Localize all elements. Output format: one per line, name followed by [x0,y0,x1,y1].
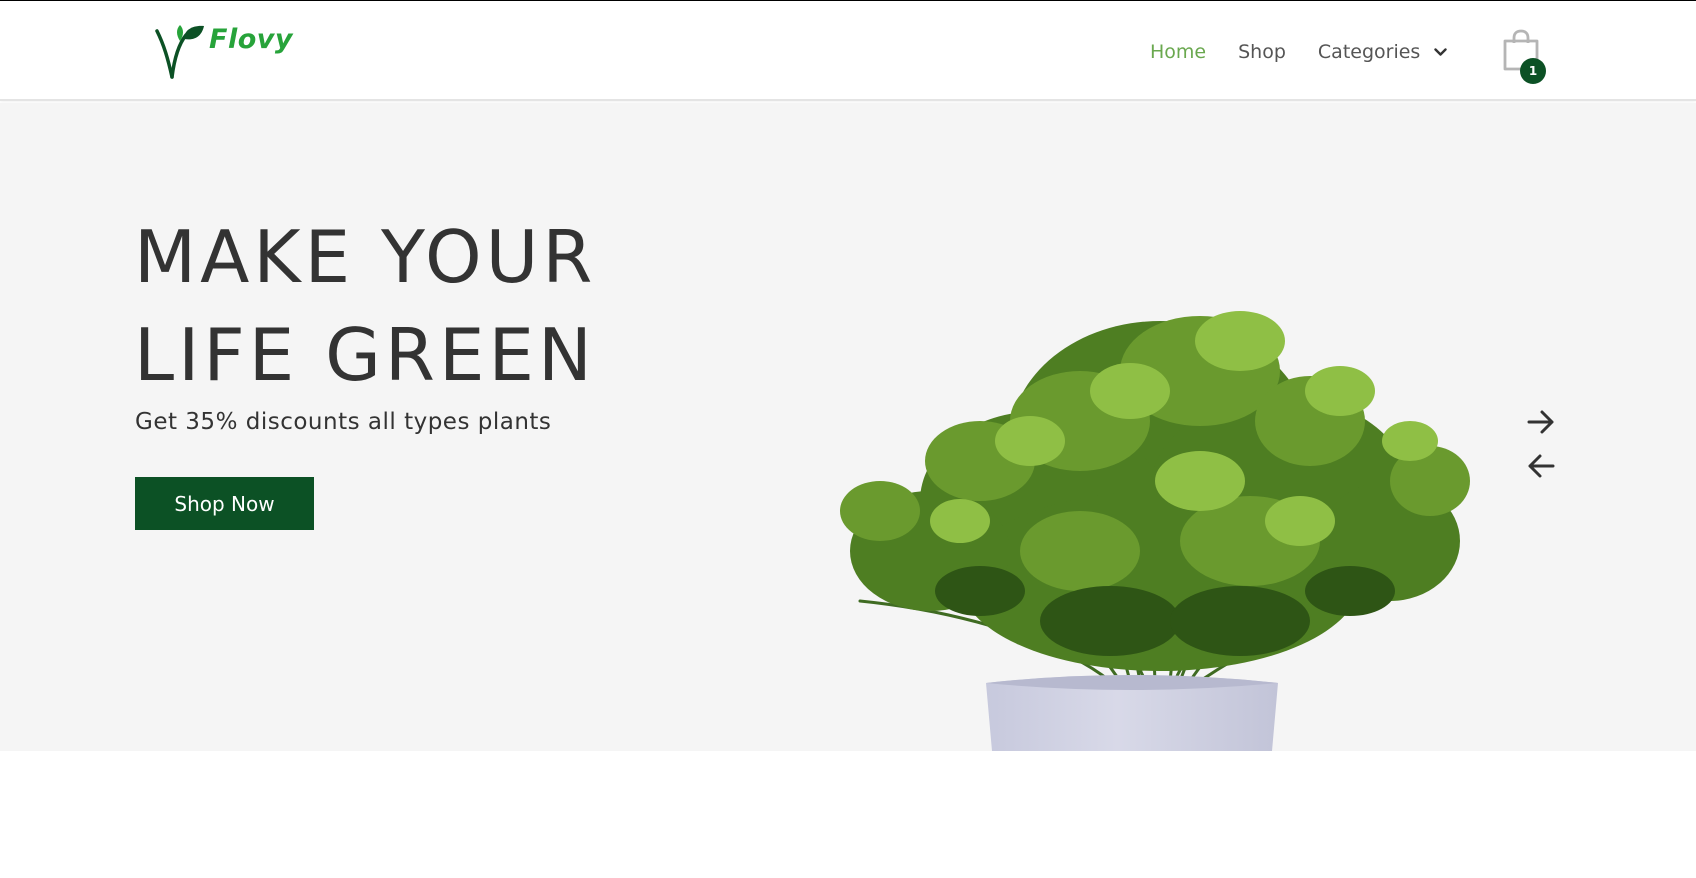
content-area [0,751,1696,878]
brand-name: Flovy [209,24,293,55]
arrow-left-icon[interactable] [1526,453,1556,479]
nav-item-categories-label: Categories [1317,41,1421,63]
leaf-v-logo-icon [155,25,204,79]
nav-item-shop[interactable]: Shop [1238,41,1286,63]
site-header: Flovy Home Shop Categories 1 [0,1,1696,101]
shop-now-button[interactable]: Shop Now [135,477,314,530]
hero-banner: MAKE YOUR LIFE GREEN Get 35% discounts a… [0,103,1696,751]
cart-button[interactable]: 1 [1502,29,1546,85]
potted-plant-image [840,311,1470,751]
hero-headline-line-1: MAKE YOUR [134,215,597,299]
main-nav: Home Shop Categories [1150,37,1448,67]
hero-headline: MAKE YOUR LIFE GREEN [134,208,754,404]
hero-subtitle: Get 35% discounts all types plants [135,409,552,435]
nav-item-home[interactable]: Home [1150,41,1206,63]
cart-count-badge: 1 [1520,58,1546,84]
chevron-down-icon [1434,47,1448,56]
hero-headline-line-2: LIFE GREEN [134,313,596,397]
arrow-right-icon[interactable] [1526,409,1556,435]
brand-logo[interactable]: Flovy [154,23,294,81]
nav-item-categories[interactable]: Categories [1317,41,1448,63]
